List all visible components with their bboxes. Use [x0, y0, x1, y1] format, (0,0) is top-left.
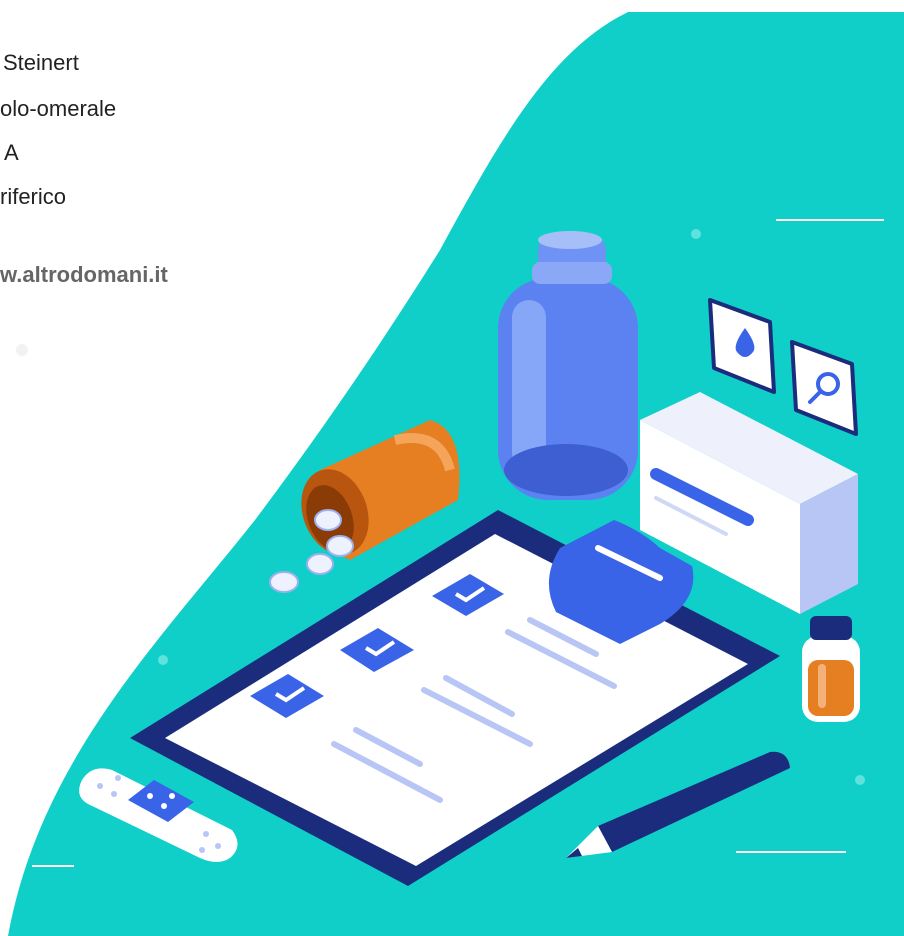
decor-dot: [158, 655, 168, 665]
vial: [802, 616, 860, 722]
decor-dot: [855, 775, 865, 785]
decor-dot: [691, 229, 701, 239]
decor-dot: [16, 344, 28, 356]
medical-illustration: [8, 12, 904, 936]
